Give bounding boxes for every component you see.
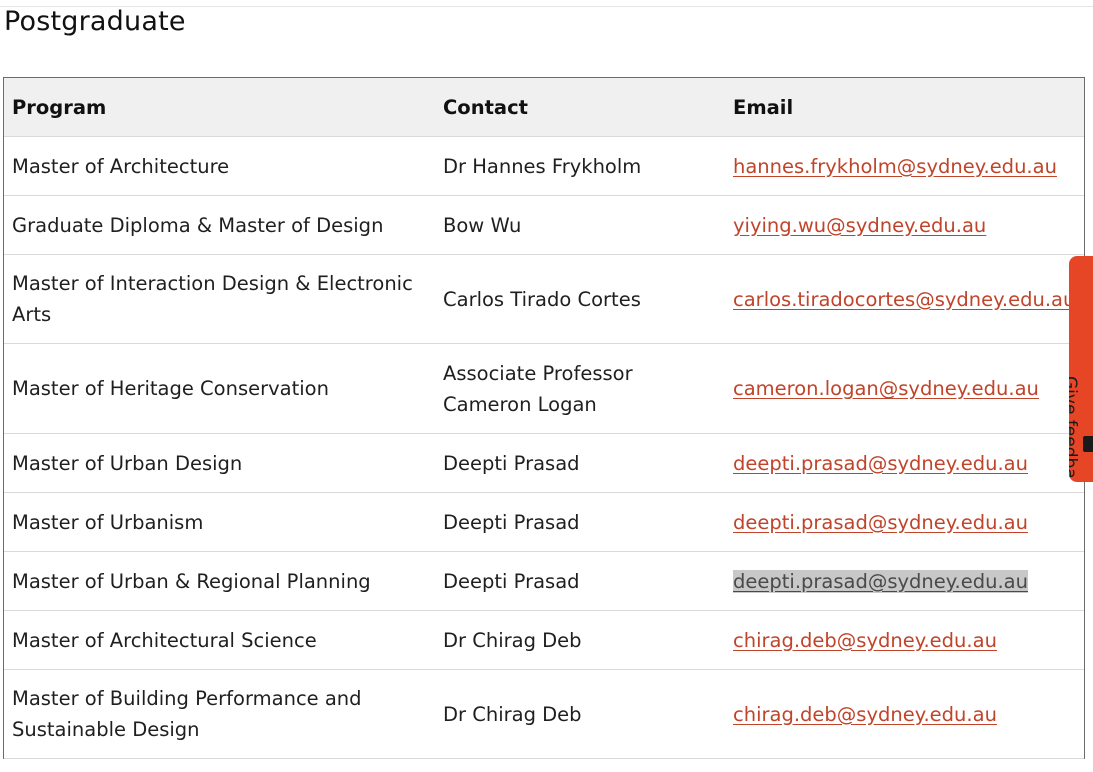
table-row: Master of Urban Design Deepti Prasad dee… [4, 433, 1084, 493]
program-cell: Master of Urbanism [4, 492, 435, 552]
email-cell: chirag.deb@sydney.edu.au [725, 610, 1084, 670]
contact-cell: Deepti Prasad [435, 433, 725, 493]
email-link[interactable]: deepti.prasad@sydney.edu.au [733, 511, 1028, 534]
contacts-table-container: Program Contact Email Master of Architec… [3, 77, 1085, 759]
table-header-row: Program Contact Email [4, 78, 1084, 137]
table-row: Master of Architectural Science Dr Chira… [4, 610, 1084, 670]
contact-cell: Carlos Tirado Cortes [435, 254, 725, 344]
table-row: Master of Architecture Dr Hannes Frykhol… [4, 136, 1084, 196]
give-feedback-button[interactable]: Give feedback [1069, 256, 1093, 482]
email-link[interactable]: cameron.logan@sydney.edu.au [733, 377, 1039, 400]
contact-cell: Associate Professor Cameron Logan [435, 343, 725, 434]
header-contact: Contact [435, 78, 725, 137]
email-cell: yiying.wu@sydney.edu.au [725, 195, 1084, 255]
email-cell: deepti.prasad@sydney.edu.au [725, 433, 1084, 493]
table-row: Master of Urbanism Deepti Prasad deepti.… [4, 492, 1084, 552]
table-row: Master of Heritage Conservation Associat… [4, 343, 1084, 434]
email-cell: chirag.deb@sydney.edu.au [725, 669, 1084, 759]
email-cell: carlos.tiradocortes@sydney.edu.au [725, 254, 1084, 344]
program-cell: Master of Urban & Regional Planning [4, 551, 435, 611]
table-row: Master of Interaction Design & Electroni… [4, 254, 1084, 344]
email-link[interactable]: deepti.prasad@sydney.edu.au [733, 452, 1028, 475]
email-cell: hannes.frykholm@sydney.edu.au [725, 136, 1084, 196]
email-cell: deepti.prasad@sydney.edu.au [725, 551, 1084, 611]
program-cell: Master of Heritage Conservation [4, 343, 435, 434]
email-cell: cameron.logan@sydney.edu.au [725, 343, 1084, 434]
feedback-label: Give feedback [1069, 376, 1080, 482]
page-title: Postgraduate [4, 6, 186, 37]
table-row: Master of Building Performance and Susta… [4, 669, 1084, 759]
contact-cell: Dr Chirag Deb [435, 669, 725, 759]
program-cell: Master of Building Performance and Susta… [4, 669, 435, 759]
header-program: Program [4, 78, 435, 137]
contact-cell: Dr Hannes Frykholm [435, 136, 725, 196]
contact-cell: Bow Wu [435, 195, 725, 255]
program-cell: Master of Interaction Design & Electroni… [4, 254, 435, 344]
contact-cell: Deepti Prasad [435, 492, 725, 552]
email-link[interactable]: yiying.wu@sydney.edu.au [733, 214, 986, 237]
table-row: Master of Urban & Regional Planning Deep… [4, 551, 1084, 611]
program-cell: Master of Architectural Science [4, 610, 435, 670]
table-row: Graduate Diploma & Master of Design Bow … [4, 195, 1084, 255]
megaphone-icon [1083, 436, 1093, 452]
contact-cell: Dr Chirag Deb [435, 610, 725, 670]
email-link[interactable]: chirag.deb@sydney.edu.au [733, 703, 997, 726]
program-cell: Graduate Diploma & Master of Design [4, 195, 435, 255]
email-cell: deepti.prasad@sydney.edu.au [725, 492, 1084, 552]
contact-cell: Deepti Prasad [435, 551, 725, 611]
program-cell: Master of Urban Design [4, 433, 435, 493]
email-link[interactable]: hannes.frykholm@sydney.edu.au [733, 155, 1057, 178]
email-link[interactable]: carlos.tiradocortes@sydney.edu.au [733, 288, 1075, 311]
email-link[interactable]: chirag.deb@sydney.edu.au [733, 629, 997, 652]
header-email: Email [725, 78, 1084, 137]
email-link-selected[interactable]: deepti.prasad@sydney.edu.au [733, 569, 1028, 593]
contacts-table: Program Contact Email Master of Architec… [4, 78, 1084, 759]
program-cell: Master of Architecture [4, 136, 435, 196]
